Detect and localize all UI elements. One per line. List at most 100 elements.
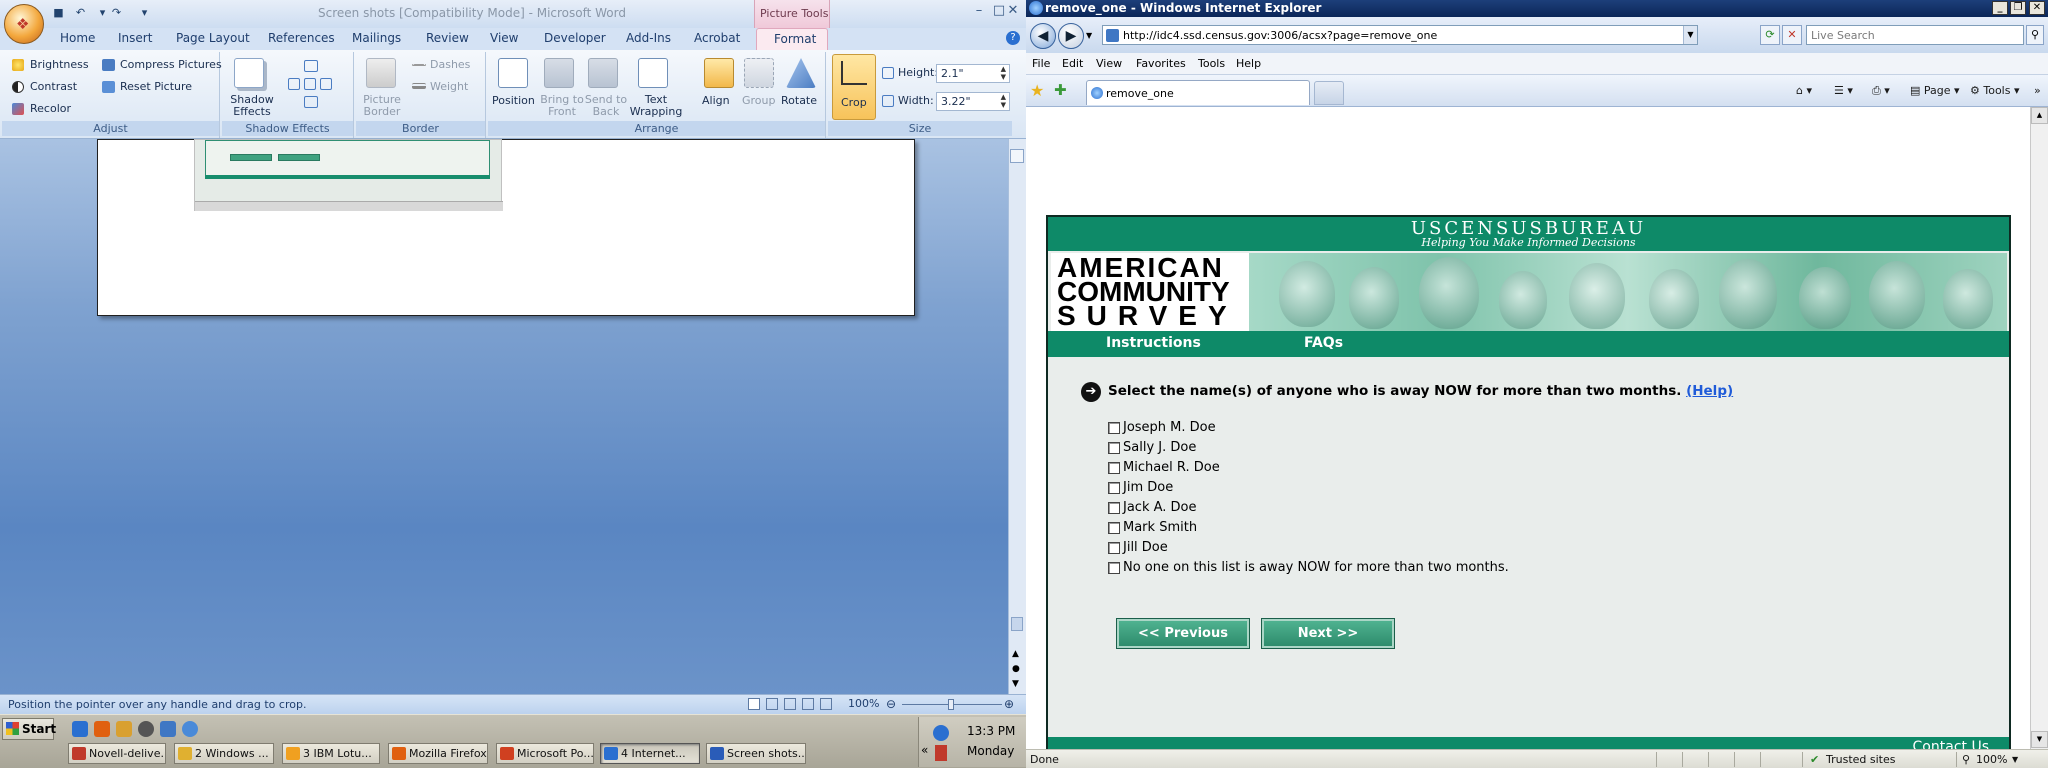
task-novell[interactable]: Novell-delive... [68,743,166,764]
next-button[interactable]: Next >> [1262,619,1394,648]
security-zone[interactable]: Trusted sites [1826,753,1896,766]
draft-view-icon[interactable] [820,698,832,710]
nudge-shadow-right-icon[interactable] [320,78,332,90]
browser-tab-remove-one[interactable]: remove_one [1086,80,1310,105]
reset-picture-button[interactable]: Reset Picture [120,80,192,93]
shadow-toggle-icon[interactable] [304,78,316,90]
zoom-out-icon[interactable]: ⊖ [886,697,896,711]
menu-favorites[interactable]: Favorites [1136,57,1186,70]
full-screen-reading-icon[interactable] [766,698,778,710]
forward-button[interactable]: ▶ [1058,23,1084,49]
tab-mailings[interactable]: Mailings [352,31,401,45]
refresh-icon[interactable]: ⟳ [1760,25,1780,45]
ie-vertical-scrollbar[interactable]: ▲ ▼ [2030,107,2048,749]
text-wrapping-button[interactable]: Text Wrapping [628,94,684,118]
menu-view[interactable]: View [1096,57,1122,70]
search-icon[interactable]: ⚲ [2026,25,2044,45]
nudge-shadow-left-icon[interactable] [288,78,300,90]
tab-page-layout[interactable]: Page Layout [176,31,250,45]
crop-button[interactable]: Crop [832,54,876,120]
compress-pictures-button[interactable]: Compress Pictures [120,58,222,71]
stop-icon[interactable]: ✕ [1782,25,1802,45]
scroll-up-icon[interactable]: ▲ [2031,107,2048,124]
task-word-screen-shots[interactable]: Screen shots... [706,743,806,764]
task-internet-explorer[interactable]: 4 Internet... [600,743,700,764]
tab-review[interactable]: Review [426,31,469,45]
address-dropdown-icon[interactable]: ▼ [1683,26,1697,44]
tools-menu[interactable]: ⚙ Tools ▾ [1970,84,2020,97]
task-powerpoint[interactable]: Microsoft Po... [496,743,594,764]
menu-help[interactable]: Help [1236,57,1261,70]
embedded-screenshot-picture[interactable] [194,139,503,211]
zoom-slider-thumb[interactable] [948,699,954,710]
spinner-arrows-icon[interactable]: ▲ ▼ [1001,93,1006,109]
save-icon[interactable]: ■ [50,4,67,21]
zoom-magnifier-icon[interactable]: ⚲ [1962,753,1970,766]
zoom-level[interactable]: 100% [848,697,879,710]
messenger-quicklaunch-icon[interactable] [182,721,198,737]
home-icon[interactable]: ⌂ ▾ [1796,84,1812,97]
redo-icon[interactable]: ↷ [108,4,125,21]
recolor-button[interactable]: Recolor [30,102,71,115]
web-layout-icon[interactable] [784,698,796,710]
add-favorites-icon[interactable]: ✚ [1054,81,1067,99]
recent-pages-icon[interactable]: ▼ [1086,31,1092,40]
ie-close-button[interactable]: ✕ [2029,1,2045,15]
folder-quicklaunch-icon[interactable] [116,721,132,737]
address-bar[interactable]: http://idc4.ssd.census.gov:3006/acsx?pag… [1102,25,1698,45]
nav-instructions-link[interactable]: Instructions [1106,335,1201,351]
feeds-icon[interactable]: ☰ ▾ [1834,84,1853,97]
position-button[interactable]: Position [492,94,535,107]
checkbox[interactable] [1108,502,1120,514]
previous-button[interactable]: << Previous [1117,619,1249,648]
picture-border-button[interactable]: Picture Border [360,94,404,118]
send-to-back-button[interactable]: Send to Back [584,94,628,118]
height-spinner[interactable]: 2.1" ▲ ▼ [936,64,1010,83]
task-firefox[interactable]: Mozilla Firefox [388,743,488,764]
scroll-thumb[interactable] [1011,617,1023,631]
menu-tools[interactable]: Tools [1198,57,1225,70]
checkbox[interactable] [1108,522,1120,534]
previous-page-icon[interactable]: ▲ [1012,649,1019,659]
tab-format[interactable]: Format [756,28,828,50]
word-close-button[interactable]: ✕ [1002,2,1024,19]
tab-references[interactable]: References [268,31,335,45]
tab-home[interactable]: Home [60,31,95,45]
office-button[interactable]: ❖ [4,4,44,44]
help-link[interactable]: (Help) [1686,383,1733,399]
ie-zoom-level[interactable]: 100% [1976,753,2007,766]
weight-button[interactable]: Weight [430,80,468,93]
brightness-button[interactable]: Brightness [30,58,89,71]
tab-acrobat[interactable]: Acrobat [694,31,740,45]
task-windows-explorer[interactable]: 2 Windows ... [174,743,274,764]
menu-edit[interactable]: Edit [1062,57,1083,70]
checkbox[interactable] [1108,542,1120,554]
scroll-down-icon[interactable]: ▼ [2031,731,2048,748]
nav-faqs-link[interactable]: FAQs [1304,335,1343,351]
zoom-in-icon[interactable]: ⊕ [1004,697,1014,711]
checkbox[interactable] [1108,482,1120,494]
back-button[interactable]: ◀ [1030,23,1056,49]
ie-restore-button[interactable]: ❐ [2010,1,2026,15]
checkbox[interactable] [1108,422,1120,434]
word-vertical-scrollbar[interactable]: ▲ ● ▼ [1008,139,1026,694]
spinner-arrows-icon[interactable]: ▲ ▼ [1001,65,1006,81]
network-tray-icon[interactable] [933,725,949,741]
customize-qat-icon[interactable]: ▾ [136,4,153,21]
checkbox[interactable] [1108,442,1120,454]
rotate-button[interactable]: Rotate [781,94,817,107]
group-button[interactable]: Group [742,94,776,107]
outline-view-icon[interactable] [802,698,814,710]
zoom-dropdown-icon[interactable]: ▼ [2012,755,2018,764]
tray-expand-icon[interactable]: « [921,743,928,757]
help-icon[interactable]: ? [1006,31,1020,45]
undo-icon[interactable]: ↶ [72,4,89,21]
checkbox[interactable] [1108,462,1120,474]
tab-developer[interactable]: Developer [544,31,606,45]
tab-add-ins[interactable]: Add-Ins [626,31,671,45]
nudge-shadow-down-icon[interactable] [304,96,318,108]
start-button[interactable]: Start [2,718,56,740]
select-browse-object-icon[interactable]: ● [1012,664,1020,674]
task-ibm-lotus[interactable]: 3 IBM Lotu... [282,743,380,764]
ruler-toggle-icon[interactable] [1010,149,1024,163]
